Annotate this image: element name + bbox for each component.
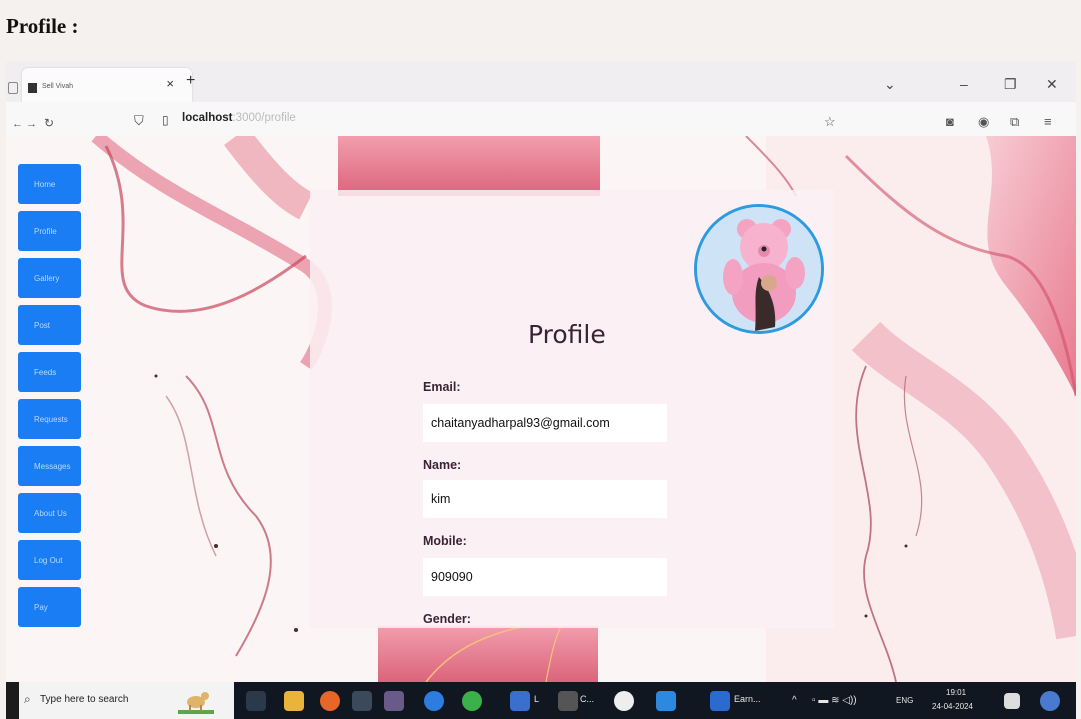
minimize-button[interactable]: –	[960, 76, 968, 92]
chrome-icon[interactable]	[462, 691, 482, 711]
page-viewport: Home Profile Gallery Post Feeds Requests…	[6, 136, 1076, 682]
tab-close-icon[interactable]: ×	[166, 76, 174, 91]
page-info-icon[interactable]: ▯	[162, 113, 169, 127]
teddy-bear-photo	[697, 207, 821, 331]
name-label: Name:	[423, 458, 462, 472]
search-icon: ⌕	[24, 692, 31, 706]
email-field[interactable]	[423, 404, 667, 442]
navigation-toolbar: ← → ↻ ⛉ ▯ localhost:3000/profile ☆ ◙ ◉ ⧉…	[6, 102, 1076, 136]
visual-studio-icon[interactable]	[510, 691, 530, 711]
calendar-icon[interactable]	[384, 691, 404, 711]
language-indicator[interactable]: ENG	[896, 696, 913, 705]
sidebar-item-feeds[interactable]: Feeds	[18, 352, 81, 392]
address-bar[interactable]: localhost:3000/profile	[182, 112, 296, 124]
sidebar-item-messages[interactable]: Messages	[18, 446, 81, 486]
sidebar-item-home[interactable]: Home	[18, 164, 81, 204]
gender-label: Gender:	[423, 612, 471, 626]
file-explorer-icon[interactable]	[284, 691, 304, 711]
firefox-icon[interactable]	[320, 691, 340, 711]
tray-icons[interactable]: ▫ ▬ ≋ ◁))	[812, 695, 857, 706]
extensions-icon[interactable]: ⧉	[1010, 114, 1019, 130]
app-icon-1[interactable]	[352, 691, 372, 711]
start-icon[interactable]	[6, 682, 19, 719]
sidebar-item-requests[interactable]: Requests	[18, 399, 81, 439]
name-field[interactable]	[423, 480, 667, 518]
edge-icon[interactable]	[424, 691, 444, 711]
profile-title: Profile	[528, 320, 606, 349]
url-host: localhost	[182, 112, 233, 124]
windows-taskbar: L C... Earn... ^ ▫ ▬ ≋ ◁)) ENG 19:01 24-…	[234, 682, 1076, 719]
sidebar-item-gallery[interactable]: Gallery	[18, 258, 81, 298]
task-view-icon[interactable]	[246, 691, 266, 711]
chevron-up-icon[interactable]: ^	[792, 695, 797, 706]
tab-list-icon[interactable]	[8, 82, 18, 94]
mobile-label: Mobile:	[423, 534, 467, 548]
browser-tab[interactable]: Sell Vivah ×	[22, 68, 192, 102]
taskbar-app-label: Earn...	[734, 694, 761, 704]
terminal-icon[interactable]	[558, 691, 578, 711]
favicon-icon	[28, 83, 37, 93]
vscode-icon[interactable]	[656, 691, 676, 711]
search-highlight-icon	[178, 692, 214, 714]
profile-avatar[interactable]	[694, 204, 824, 334]
copilot-icon[interactable]	[1040, 691, 1060, 711]
restore-button[interactable]: ❐	[1004, 76, 1017, 93]
clock-date[interactable]: 24-04-2024	[932, 702, 973, 711]
taskbar-app-label: L	[534, 694, 540, 704]
tracking-shield-icon[interactable]: ⛉	[134, 113, 144, 129]
clock-time[interactable]: 19:01	[946, 688, 966, 697]
sidebar-item-profile[interactable]: Profile	[18, 211, 81, 251]
reload-icon[interactable]: ↻	[44, 116, 54, 130]
new-tab-button[interactable]: +	[186, 72, 195, 90]
sidebar-nav: Home Profile Gallery Post Feeds Requests…	[18, 164, 84, 634]
taskbar-app-label: C...	[580, 694, 595, 704]
sidebar-item-post[interactable]: Post	[18, 305, 81, 345]
taskbar-search[interactable]: ⌕ Type here to search	[6, 682, 234, 719]
forward-icon[interactable]: →	[26, 118, 37, 130]
sidebar-item-pay[interactable]: Pay	[18, 587, 81, 627]
close-window-button[interactable]: ✕	[1046, 76, 1058, 93]
url-path: :3000/profile	[232, 112, 296, 124]
mobile-field[interactable]	[423, 558, 667, 596]
bookmark-star-icon[interactable]: ☆	[824, 114, 836, 130]
browser-window: Sell Vivah × + ⌄ – ❐ ✕ ← → ↻ ⛉ ▯ localho…	[6, 62, 1076, 719]
list-all-tabs-icon[interactable]: ⌄	[884, 76, 896, 93]
pocket-icon[interactable]: ◙	[946, 114, 954, 129]
notification-icon[interactable]	[1004, 693, 1020, 709]
back-icon[interactable]: ←	[12, 118, 23, 130]
tab-bar: Sell Vivah × + ⌄ – ❐ ✕	[6, 62, 1076, 102]
sidebar-item-log-out[interactable]: Log Out	[18, 540, 81, 580]
word-icon[interactable]	[710, 691, 730, 711]
tab-title: Sell Vivah	[42, 83, 74, 90]
search-input[interactable]: Type here to search	[40, 694, 128, 705]
email-label: Email:	[423, 380, 461, 394]
document-heading: Profile :	[6, 14, 79, 38]
app-icon-2[interactable]	[614, 691, 634, 711]
sidebar-item-about-us[interactable]: About Us	[18, 493, 81, 533]
account-icon[interactable]: ◉	[978, 114, 989, 130]
menu-icon[interactable]: ≡	[1044, 114, 1052, 129]
